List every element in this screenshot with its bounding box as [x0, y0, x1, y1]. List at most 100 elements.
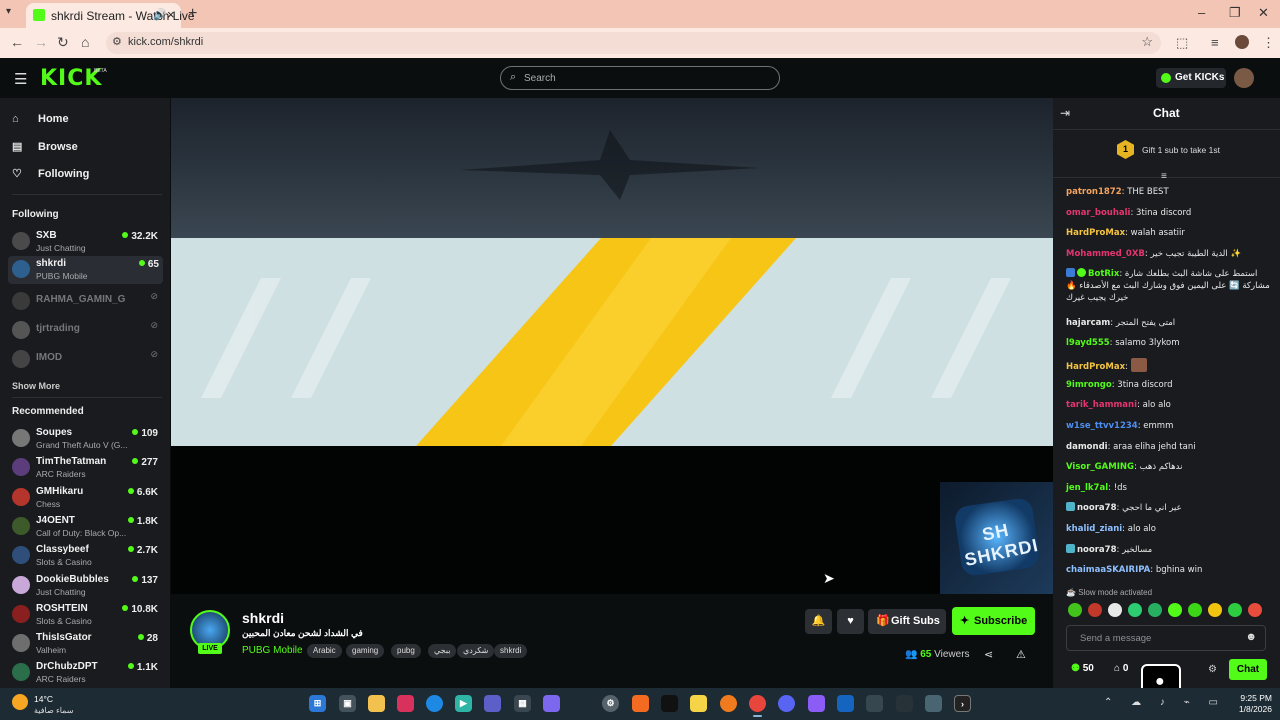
following-channel-imod[interactable]: IMOD ⊘ [12, 346, 162, 374]
menu-hamburger-icon[interactable]: ☰ [14, 70, 27, 88]
recommended-channel[interactable]: Classybeef Slots & Casino 2.7K [12, 542, 162, 570]
user-avatar[interactable] [1234, 68, 1254, 88]
emote-icon[interactable] [1208, 603, 1222, 617]
show-more-link[interactable]: Show More [12, 381, 60, 391]
chat-username[interactable]: damondi [1066, 442, 1108, 452]
maximize-button[interactable]: ❐ [1229, 5, 1241, 21]
notification-bell-button[interactable]: 🔔 [805, 609, 832, 634]
emote-icon[interactable] [1088, 603, 1102, 617]
following-channel-sxb[interactable]: SXB Just Chatting 32.2K [12, 228, 162, 256]
chat-username[interactable]: patron1872 [1066, 187, 1122, 197]
browser-profile-avatar[interactable] [1235, 35, 1249, 49]
chat-username[interactable]: noora78 [1077, 503, 1117, 513]
browser-menu-icon[interactable]: ⋮ [1262, 35, 1275, 51]
app-icon[interactable] [397, 695, 414, 712]
discord-icon[interactable] [778, 695, 795, 712]
recommended-channel[interactable]: J4OENT Call of Duty: Black Op... 1.8K [12, 513, 162, 541]
browser-tab[interactable]: shkrdi Stream - Watch Live 🔊 × [26, 3, 195, 28]
following-channel-shkrdi[interactable]: shkrdi PUBG Mobile 65 [8, 256, 163, 284]
calculator-icon[interactable]: ▦ [514, 695, 531, 712]
emote-icon[interactable] [1108, 603, 1122, 617]
recommended-channel[interactable]: DookieBubbles Just Chatting 137 [12, 572, 162, 600]
app-icon[interactable] [632, 695, 649, 712]
extensions-icon[interactable]: ⬚ [1176, 35, 1188, 51]
chat-username[interactable]: khalid_ziani [1066, 524, 1122, 534]
app-icon[interactable] [896, 695, 913, 712]
chat-username[interactable]: tarik_hammani [1066, 400, 1137, 410]
chat-username[interactable]: HardProMax [1066, 362, 1125, 372]
search-input[interactable]: ⌕ Search [500, 66, 780, 90]
chrome-icon[interactable] [749, 695, 766, 717]
stream-tag[interactable]: Arabic [307, 644, 342, 658]
bookmark-star-icon[interactable]: ☆ [1141, 34, 1153, 50]
play-store-icon[interactable]: ▶ [455, 695, 472, 712]
stream-tag[interactable]: ببجي [428, 644, 457, 658]
terminal-icon[interactable]: › [954, 695, 971, 712]
following-channel-rahma[interactable]: RAHMA_GAMIN_G ⊘ [12, 288, 162, 316]
app-icon[interactable] [808, 695, 825, 712]
emoji-picker-icon[interactable]: ☻ [1245, 631, 1257, 643]
following-channel-tjrtrading[interactable]: tjrtrading ⊘ [12, 317, 162, 345]
subscribe-button[interactable]: ✦ Subscribe [952, 607, 1035, 635]
minimize-button[interactable]: – [1198, 5, 1205, 20]
recommended-channel[interactable]: GMHikaru Chess 6.6K [12, 484, 162, 512]
recommended-channel[interactable]: Soupes Grand Theft Auto V (G... 109 [12, 425, 162, 453]
weather-widget[interactable]: 14°C سماء صافية [12, 690, 92, 718]
close-window-button[interactable]: ✕ [1258, 5, 1269, 21]
speaker-icon[interactable]: 🔊 [153, 8, 167, 21]
follow-heart-button[interactable]: ♥ [837, 609, 864, 634]
emote-icon[interactable] [1068, 603, 1082, 617]
nav-following[interactable]: ♡ Following [12, 167, 89, 180]
stream-category-link[interactable]: PUBG Mobile [242, 645, 303, 656]
chat-username[interactable]: Mohammed_0XB [1066, 249, 1145, 259]
reading-list-icon[interactable]: ≡ [1211, 35, 1219, 50]
reload-icon[interactable]: ↻ [57, 34, 69, 51]
chat-username[interactable]: BotRix [1088, 269, 1119, 279]
nav-browse[interactable]: ▤ Browse [12, 140, 78, 153]
forward-icon[interactable]: → [34, 34, 48, 50]
system-tray-icons[interactable]: ⌃ ☁ ♪ ⌁ ▭ [1104, 697, 1226, 708]
firefox-icon[interactable] [720, 695, 737, 712]
back-icon[interactable]: ← [10, 34, 24, 50]
stream-tag[interactable]: pubg [391, 644, 421, 658]
close-tab-icon[interactable]: × [167, 7, 175, 22]
task-view-icon[interactable]: ▣ [339, 695, 356, 712]
kicks-balance[interactable]: ⚉ 50 [1071, 663, 1094, 674]
settings-app-icon[interactable]: ⚙ [602, 695, 619, 712]
get-kicks-button[interactable]: Get KICKs [1156, 68, 1226, 88]
emote-icon[interactable] [1188, 603, 1202, 617]
stream-tag[interactable]: gaming [346, 644, 385, 658]
chat-username[interactable]: w1se_ttvv1234 [1066, 421, 1138, 431]
tradingview-icon[interactable] [661, 695, 678, 712]
recommended-channel[interactable]: DrChubzDPT ARC Raiders 1.1K [12, 659, 162, 687]
collapse-chat-icon[interactable]: ⇥ [1060, 106, 1070, 120]
pinned-expand-icon[interactable]: ≡ [1161, 171, 1167, 182]
app-icon[interactable] [866, 695, 883, 712]
chat-username[interactable]: HardProMax [1066, 228, 1125, 238]
gifts-counter[interactable]: ⌂ 0 [1114, 663, 1128, 674]
recommended-channel[interactable]: ThisIsGator Valheim 28 [12, 630, 162, 658]
chat-username[interactable]: chaimaaSKAIRIPA [1066, 565, 1150, 575]
nav-home[interactable]: ⌂ Home [12, 113, 69, 125]
recommended-channel[interactable]: ROSHTEIN Slots & Casino 10.8K [12, 601, 162, 629]
chat-username[interactable]: jen_lk7al [1066, 483, 1108, 493]
emote-icon[interactable] [1228, 603, 1242, 617]
stream-tag[interactable]: شكردي [457, 644, 495, 658]
file-explorer-icon[interactable] [368, 695, 385, 712]
emote-icon[interactable] [1168, 603, 1182, 617]
chat-send-button[interactable]: Chat [1229, 659, 1267, 680]
chat-username[interactable]: hajarcam [1066, 318, 1110, 328]
app-icon[interactable] [925, 695, 942, 712]
report-warning-icon[interactable]: ⚠ [1016, 648, 1026, 661]
teams-icon[interactable] [484, 695, 501, 712]
share-icon[interactable]: ⋖ [984, 648, 993, 661]
start-windows-icon[interactable]: ⊞ [309, 695, 326, 712]
chat-username[interactable]: l9ayd555 [1066, 338, 1110, 348]
sticky-notes-icon[interactable] [690, 695, 707, 712]
emote-icon[interactable] [1248, 603, 1262, 617]
address-bar[interactable]: ⚙ kick.com/shkrdi ☆ [106, 32, 1161, 54]
stream-tag[interactable]: shkrdi [494, 644, 528, 658]
chat-message-input[interactable]: Send a message ☻ [1066, 625, 1266, 651]
new-tab-button[interactable]: + [188, 5, 197, 23]
site-info-icon[interactable]: ⚙ [112, 35, 122, 48]
